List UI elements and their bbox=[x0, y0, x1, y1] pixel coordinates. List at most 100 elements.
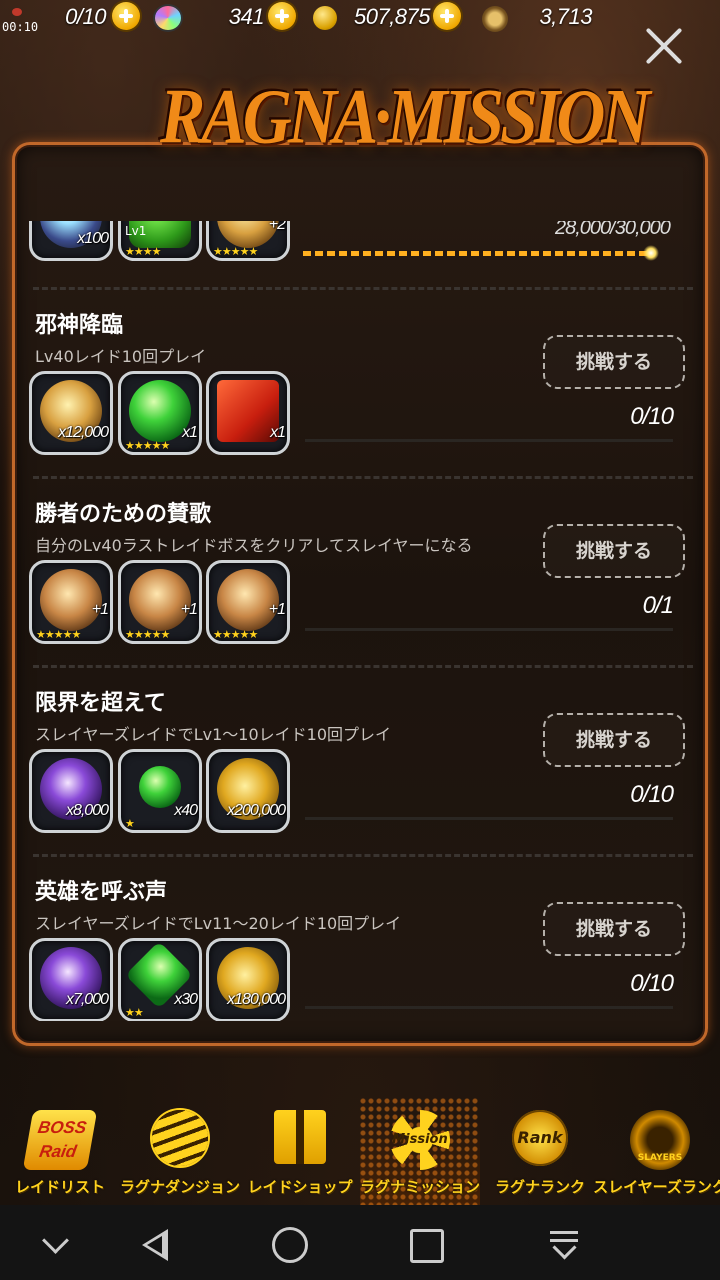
mission-desc: スレイヤーズレイドでLv11～20レイド10回プレイ bbox=[35, 914, 402, 933]
nav-label: ラグナダンジョン bbox=[119, 1178, 240, 1196]
reward-stars: ★★★★★ bbox=[213, 628, 258, 641]
nav-ragna-rank[interactable]: Rank ラグナランク bbox=[480, 1098, 600, 1205]
add-gems-button[interactable] bbox=[268, 2, 296, 30]
chevron-down-icon[interactable] bbox=[38, 1225, 78, 1265]
reward-ticket: x1 bbox=[206, 371, 290, 455]
reward-stars: ★ bbox=[125, 817, 135, 830]
divider bbox=[33, 287, 693, 290]
challenge-button[interactable]: 挑戦する bbox=[543, 713, 685, 767]
reward-qty: x7,000 bbox=[65, 991, 109, 1008]
mission-item: 英雄を呼ぶ声 スレイヤーズレイドでLv11～20レイド10回プレイ 挑戦する x… bbox=[15, 874, 705, 1021]
page-title: RAGNA·MISSION bbox=[160, 72, 651, 160]
reward-qty: x40 bbox=[174, 802, 198, 819]
mission-title: 勝者のための賛歌 bbox=[35, 502, 212, 527]
mission-title: 限界を超えて bbox=[35, 691, 166, 716]
reward-qty: x200,000 bbox=[227, 802, 286, 819]
mission-desc: Lv40レイド10回プレイ bbox=[35, 347, 207, 366]
mission-panel: x100 Lv1 ★★★★ +2 ★★★★★ 28,000/30,000 邪神降… bbox=[12, 142, 708, 1046]
gold-coin-icon bbox=[313, 6, 337, 30]
progress-spark-icon bbox=[643, 245, 659, 261]
progress-track bbox=[305, 817, 673, 820]
add-stamina-button[interactable] bbox=[112, 2, 140, 30]
reward-stars: ★★ bbox=[125, 1006, 144, 1019]
mission-progress: 0/10 bbox=[630, 970, 674, 997]
nav-label: スレイヤーズランク bbox=[593, 1178, 720, 1196]
reward-stars: ★★★★★ bbox=[125, 628, 170, 641]
home-icon[interactable] bbox=[272, 1227, 308, 1263]
reward-qty: x100 bbox=[77, 230, 109, 247]
mission-list[interactable]: x100 Lv1 ★★★★ +2 ★★★★★ 28,000/30,000 邪神降… bbox=[15, 221, 705, 1021]
reward-coins: x180,000 bbox=[206, 938, 290, 1021]
reward-qty: x12,000 bbox=[58, 424, 109, 441]
reward-stars: ★★★★★ bbox=[125, 439, 170, 452]
reward-qty: x180,000 bbox=[227, 991, 286, 1008]
resource-bar: 00:10 0/10 341 507,875 3,713 bbox=[0, 0, 720, 50]
nav-slayers-rank[interactable]: SLAYERS RANK スレイヤーズランク bbox=[593, 1098, 720, 1259]
progress-bar bbox=[303, 251, 653, 256]
reward-green-gem: x30 ★★ bbox=[118, 938, 202, 1021]
mission-desc: スレイヤーズレイドでLv1～10レイド10回プレイ bbox=[35, 725, 392, 744]
reward-qty: x1 bbox=[270, 424, 286, 441]
reward-qty: x1 bbox=[182, 424, 198, 441]
divider bbox=[33, 476, 693, 479]
progress-track bbox=[305, 1006, 673, 1009]
nav-ragna-mission[interactable]: Mission ラグナミッション bbox=[360, 1098, 480, 1205]
mission-item: 勝者のための賛歌 自分のLv40ラストレイドボスをクリアしてスレイヤーになる 挑… bbox=[15, 496, 705, 656]
boss-raid-icon: BOSS Raid bbox=[22, 1110, 98, 1170]
clock: 00:10 bbox=[2, 20, 39, 34]
mission-item: 限界を超えて スレイヤーズレイドでLv1～10レイド10回プレイ 挑戦する x8… bbox=[15, 685, 705, 845]
reward-stars: ★★★★ bbox=[125, 245, 161, 258]
mission-progress: 28,000/30,000 bbox=[555, 221, 671, 239]
rank-globe-icon: Rank bbox=[512, 1110, 568, 1166]
reward-crystal: x100 bbox=[29, 221, 113, 261]
reward-emblem: +1 ★★★★★ bbox=[118, 560, 202, 644]
reward-purple-gem: x7,000 bbox=[29, 938, 113, 1021]
mission-desc: 自分のLv40ラストレイドボスをクリアしてスレイヤーになる bbox=[35, 536, 473, 555]
back-icon[interactable] bbox=[136, 1225, 176, 1265]
medal-icon bbox=[482, 6, 508, 32]
stamina-value: 0/10 bbox=[65, 4, 106, 29]
dungeon-icon bbox=[152, 1110, 208, 1166]
nav-label: ラグナランク bbox=[494, 1178, 585, 1196]
challenge-button[interactable]: 挑戦する bbox=[543, 335, 685, 389]
mission-progress: 0/10 bbox=[630, 781, 674, 808]
nav-ragna-dungeon[interactable]: ラグナダンジョン bbox=[120, 1098, 240, 1205]
reward-purple-gem: x8,000 bbox=[29, 749, 113, 833]
progress-track bbox=[305, 628, 673, 631]
medals-value: 3,713 bbox=[539, 4, 592, 29]
reward-qty: +1 bbox=[180, 601, 198, 618]
nav-label: ラグナミッション bbox=[359, 1178, 480, 1196]
nav-raid-shop[interactable]: レイドショップ bbox=[240, 1098, 360, 1205]
reward-medal: x12,000 bbox=[29, 371, 113, 455]
divider bbox=[33, 854, 693, 857]
reward-qty: x8,000 bbox=[65, 802, 109, 819]
close-icon[interactable] bbox=[644, 26, 684, 66]
bronze-emblem-icon bbox=[129, 569, 191, 631]
bronze-emblem-icon bbox=[40, 569, 102, 631]
notification-dot bbox=[12, 8, 22, 16]
reward-stars: ★★★★★ bbox=[213, 245, 258, 258]
reward-qty: +1 bbox=[268, 601, 286, 618]
progress-track bbox=[305, 439, 673, 442]
reward-qty: +1 bbox=[91, 601, 109, 618]
system-nav-bar bbox=[0, 1205, 720, 1280]
mission-title: 英雄を呼ぶ声 bbox=[35, 880, 168, 905]
gem-icon bbox=[155, 6, 181, 30]
add-gold-button[interactable] bbox=[433, 2, 461, 30]
mission-star-icon: Mission bbox=[390, 1110, 450, 1170]
slayers-rank-icon: SLAYERS RANK bbox=[630, 1110, 690, 1259]
mission-item: x100 Lv1 ★★★★ +2 ★★★★★ 28,000/30,000 bbox=[15, 221, 705, 287]
notification-pull-icon[interactable] bbox=[546, 1225, 586, 1265]
nav-label: レイドショップ bbox=[247, 1178, 353, 1196]
mission-item: 邪神降臨 Lv40レイド10回プレイ 挑戦する x12,000 x1 ★★★★★… bbox=[15, 307, 705, 467]
challenge-button[interactable]: 挑戦する bbox=[543, 524, 685, 578]
reward-green-gem: x40 ★ bbox=[118, 749, 202, 833]
reward-emblem: +1 ★★★★★ bbox=[206, 560, 290, 644]
challenge-button[interactable]: 挑戦する bbox=[543, 902, 685, 956]
reward-emblem: +1 ★★★★★ bbox=[29, 560, 113, 644]
nav-raid-list[interactable]: BOSS Raid レイドリスト bbox=[0, 1098, 120, 1205]
gift-icon bbox=[274, 1110, 326, 1164]
reward-stars: ★★★★★ bbox=[36, 628, 81, 641]
mission-title: 邪神降臨 bbox=[35, 313, 124, 338]
recent-apps-icon[interactable] bbox=[410, 1229, 444, 1263]
